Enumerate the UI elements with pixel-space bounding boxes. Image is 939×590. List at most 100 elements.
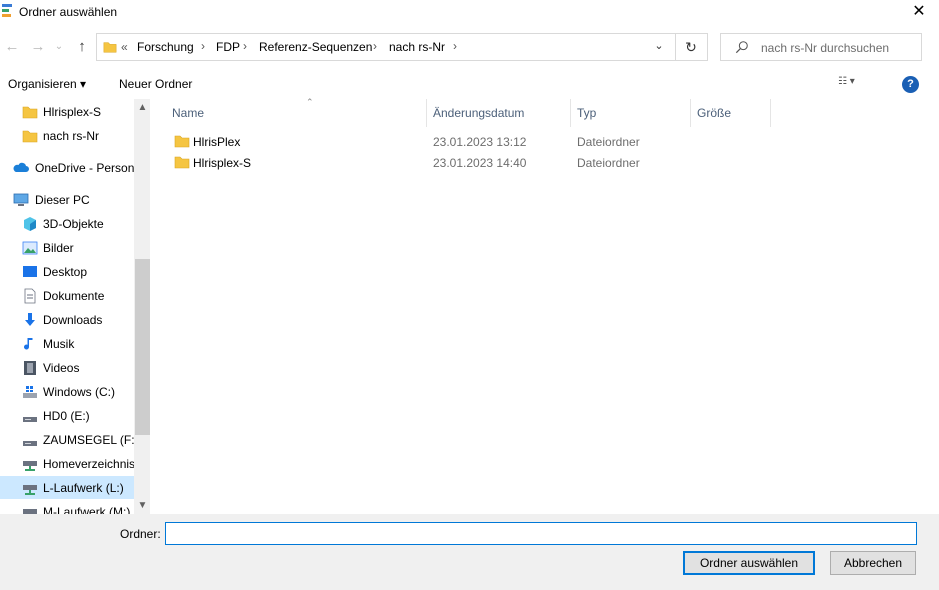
network-drive-icon (23, 485, 37, 495)
address-bar[interactable]: « Forschung › FDP › Referenz-Sequenzen ›… (96, 33, 708, 61)
network-drive-icon (23, 461, 37, 471)
forward-button[interactable]: → (28, 38, 48, 56)
tree-item-label: Windows (C:) (43, 385, 116, 399)
tree-item-label: Hlrisplex-S (43, 105, 102, 119)
back-button[interactable]: ← (2, 38, 22, 56)
search-input[interactable]: nach rs-Nr durchsuchen (720, 33, 922, 61)
up-button[interactable]: ↑ (72, 38, 92, 56)
tree-item-label: L-Laufwerk (L:) (43, 481, 124, 495)
system-drive-icon (23, 386, 37, 398)
file-date: 23.01.2023 14:40 (433, 156, 527, 170)
file-row[interactable]: HlrisPlex 23.01.2023 13:12 Dateiordner (171, 131, 691, 152)
column-header-label: Name (172, 106, 205, 120)
breadcrumb-overflow[interactable]: « (121, 40, 128, 54)
tree-item-zaumsegel-f[interactable]: ZAUMSEGEL (F:) (0, 428, 139, 451)
column-header-label: Größe (697, 106, 732, 120)
breadcrumb-separator[interactable]: › (453, 39, 457, 53)
help-icon[interactable]: ? (902, 76, 919, 93)
tree-item-l-laufwerk[interactable]: L-Laufwerk (L:) (0, 476, 134, 499)
app-icon (2, 4, 12, 18)
tree-item-windows-c[interactable]: Windows (C:) (0, 380, 134, 403)
folder-icon (174, 156, 190, 169)
pictures-icon (22, 241, 38, 255)
navigation-bar: ← → ⌄ ↑ « Forschung › FDP › Referenz-Seq… (0, 30, 939, 64)
music-icon (24, 338, 33, 350)
column-header-name[interactable]: Name ⌃ (166, 97, 427, 127)
column-header-label: Typ (577, 106, 597, 120)
videos-icon (24, 361, 36, 375)
navigation-pane: Hlrisplex-S nach rs-Nr OneDrive - Person… (0, 99, 150, 514)
scrollbar-thumb[interactable] (135, 259, 150, 435)
breadcrumb-separator[interactable]: › (201, 39, 205, 53)
folder-name-input[interactable] (165, 522, 917, 545)
address-divider (675, 34, 676, 60)
sort-ascending-icon: ⌃ (306, 97, 314, 107)
file-row[interactable]: Hlrisplex-S 23.01.2023 14:40 Dateiordner (171, 152, 691, 173)
column-header-date[interactable]: Änderungsdatum (427, 99, 571, 127)
column-header-size[interactable]: Größe (691, 99, 771, 127)
tree-item-label: M-Laufwerk (M:) (43, 505, 131, 514)
close-button[interactable]: ✕ (899, 0, 939, 24)
sidebar-scrollbar[interactable]: ▲ ▼ (134, 99, 150, 514)
breadcrumb-item[interactable]: nach rs-Nr (389, 40, 445, 54)
file-date: 23.01.2023 13:12 (433, 135, 527, 149)
breadcrumb-separator[interactable]: › (373, 39, 377, 53)
breadcrumb-item[interactable]: Forschung (137, 40, 194, 54)
select-folder-button[interactable]: Ordner auswählen (683, 551, 815, 575)
folder-field-label: Ordner: (120, 527, 161, 541)
folder-icon (103, 42, 117, 53)
tree-item-label: nach rs-Nr (43, 129, 100, 143)
tree-item-3d-objekte[interactable]: 3D-Objekte (0, 212, 134, 235)
tree-item-homeverzeichnis[interactable]: Homeverzeichnis (0, 452, 136, 475)
new-folder-button[interactable]: Neuer Ordner (119, 77, 192, 91)
tree-item-hd0-e[interactable]: HD0 (E:) (0, 404, 134, 427)
breadcrumb-separator[interactable]: › (243, 39, 247, 53)
onedrive-icon (13, 162, 29, 172)
file-name: Hlrisplex-S (193, 156, 252, 170)
tree-item-label: HD0 (E:) (43, 409, 90, 423)
breadcrumb-item[interactable]: FDP (216, 40, 240, 54)
tree-item-onedrive[interactable]: OneDrive - Persona (0, 156, 141, 179)
search-placeholder: nach rs-Nr durchsuchen (761, 41, 890, 55)
tree-item-nach-rs-nr[interactable]: nach rs-Nr (0, 124, 134, 147)
view-options-button[interactable]: ☷ ▾ (838, 76, 878, 94)
search-icon (735, 41, 748, 54)
tree-item-label: Downloads (43, 313, 103, 327)
tree-item-desktop[interactable]: Desktop (0, 260, 134, 283)
download-icon (25, 313, 35, 326)
documents-icon (24, 288, 36, 304)
tree-item-bilder[interactable]: Bilder (0, 236, 134, 259)
tree-item-label: OneDrive - Persona (35, 161, 142, 175)
command-bar: Organisieren ▾ Neuer Ordner ☷ ▾ ? (0, 70, 939, 98)
tree-item-label: 3D-Objekte (43, 217, 104, 231)
tree-item-label: Dokumente (43, 289, 105, 303)
column-header-type[interactable]: Typ (571, 99, 691, 127)
desktop-icon (23, 266, 37, 277)
breadcrumb-item[interactable]: Referenz-Sequenzen (259, 40, 372, 54)
dialog-footer: Ordner: Ordner auswählen Abbrechen (0, 514, 939, 590)
tree-item-label: Homeverzeichnis (43, 457, 136, 471)
tree-item-m-laufwerk[interactable]: M-Laufwerk (M:) (0, 500, 134, 514)
computer-icon (13, 193, 29, 206)
cancel-button[interactable]: Abbrechen (830, 551, 916, 575)
tree-item-musik[interactable]: Musik (0, 332, 134, 355)
tree-item-hlrisplex-s[interactable]: Hlrisplex-S (0, 100, 134, 123)
address-dropdown-button[interactable]: ⌄ (649, 39, 669, 55)
tree-item-label: Bilder (43, 241, 74, 255)
organize-menu[interactable]: Organisieren ▾ (8, 77, 86, 91)
scroll-up-arrow[interactable]: ▲ (134, 99, 150, 116)
column-header-label: Änderungsdatum (433, 106, 525, 120)
tree-item-dokumente[interactable]: Dokumente (0, 284, 134, 307)
drive-icon (23, 441, 37, 446)
tree-item-label: Desktop (43, 265, 88, 279)
network-drive-icon (23, 509, 37, 514)
tree-item-downloads[interactable]: Downloads (0, 308, 134, 331)
tree-item-dieser-pc[interactable]: Dieser PC (0, 188, 134, 211)
scroll-down-arrow[interactable]: ▼ (134, 497, 150, 514)
title-bar: Ordner auswählen ✕ (0, 0, 939, 24)
recent-locations-button[interactable]: ⌄ (52, 38, 66, 56)
refresh-button[interactable]: ↻ (679, 38, 703, 56)
tree-item-videos[interactable]: Videos (0, 356, 134, 379)
window-title: Ordner auswählen (19, 5, 118, 19)
folder-icon (174, 135, 190, 148)
